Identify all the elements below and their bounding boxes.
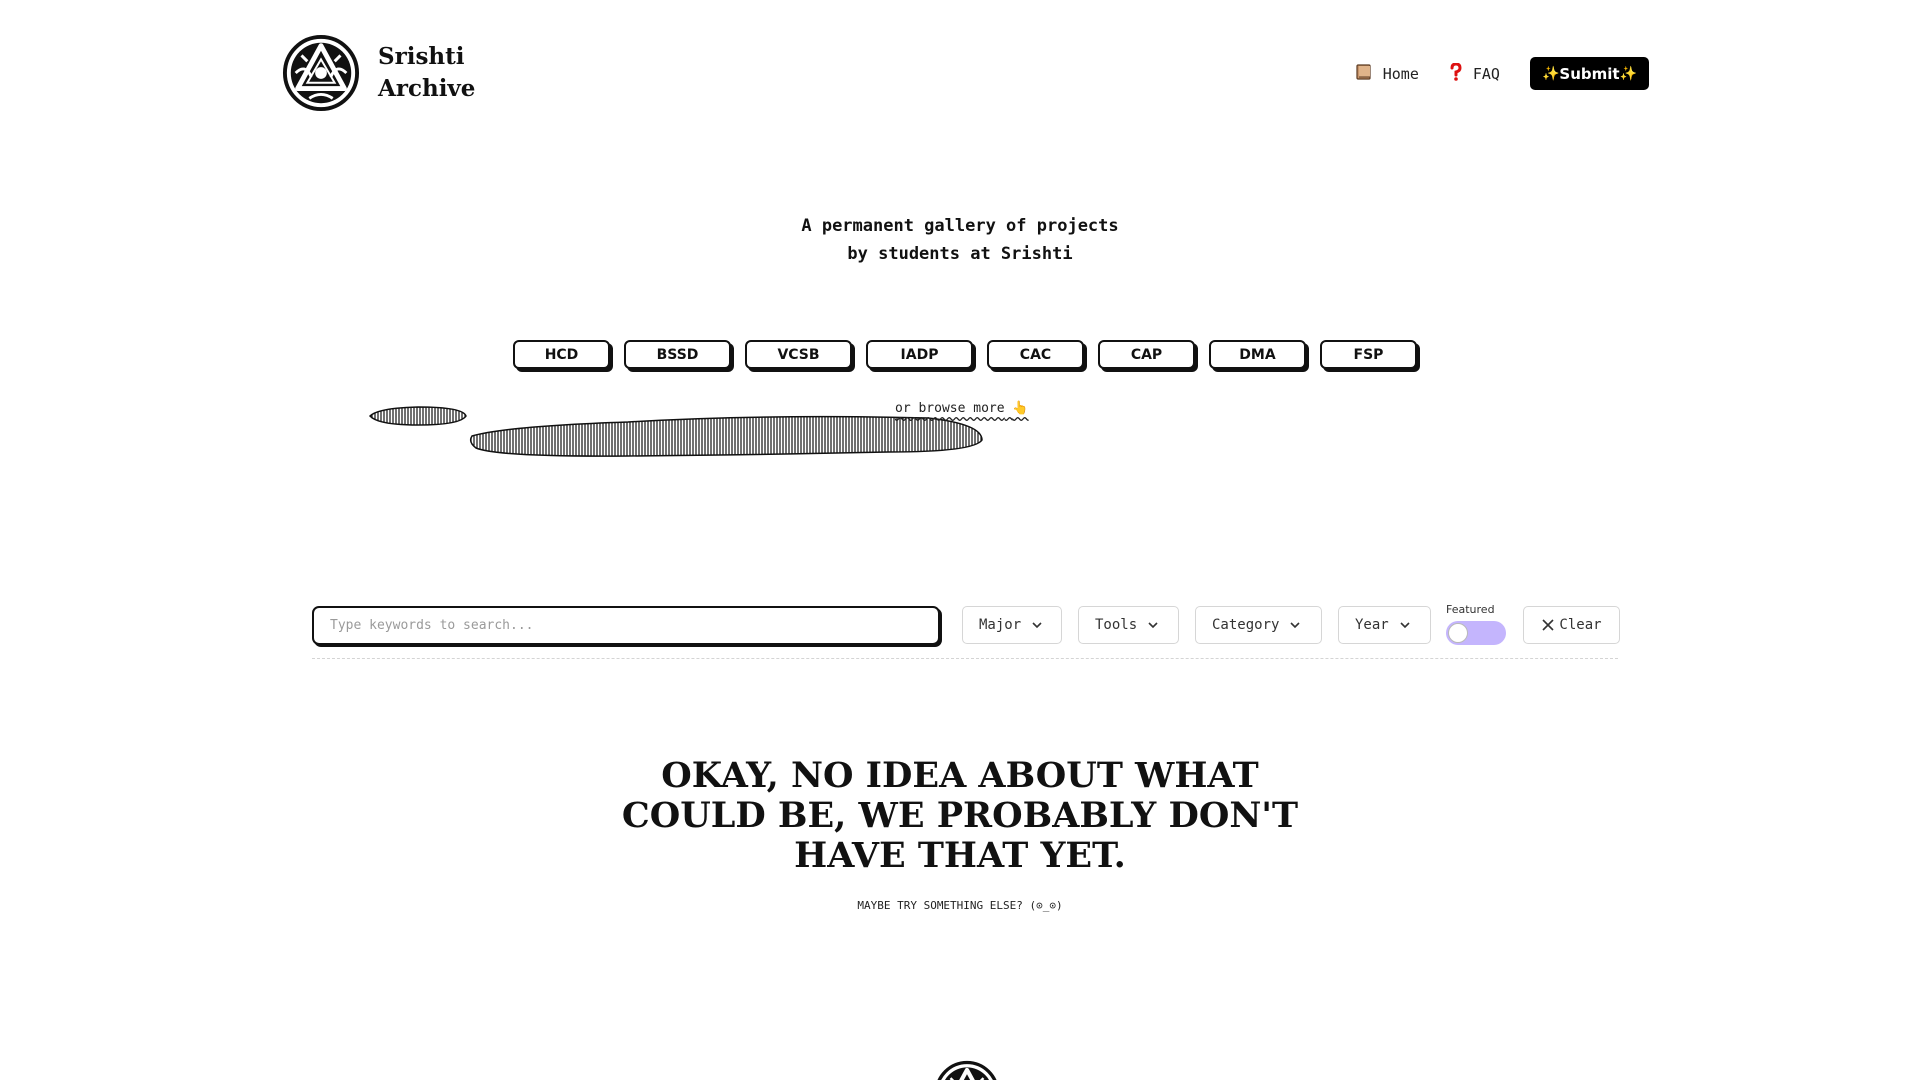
empty-title-line-2: COULD BE, WE PROBABLY DON'T	[621, 795, 1299, 836]
brand-home-link[interactable]: Srishti Archive	[282, 34, 475, 112]
brand-line-2: Archive	[378, 75, 476, 102]
category-dropdown-label: Category	[1212, 617, 1280, 633]
close-icon	[1542, 619, 1554, 631]
category-dropdown[interactable]: Category	[1195, 606, 1322, 644]
major-button-iadp[interactable]: IADP	[866, 340, 973, 369]
major-button-cap[interactable]: CAP	[1098, 340, 1195, 369]
tagline-line-2: by students at Srishti	[847, 244, 1073, 264]
year-dropdown-label: Year	[1355, 617, 1389, 633]
nav-home-label: Home	[1382, 64, 1419, 83]
footer-logo-icon	[937, 1060, 997, 1080]
year-dropdown[interactable]: Year	[1338, 606, 1431, 644]
chevron-down-icon	[1290, 622, 1301, 629]
filter-bar: Major Tools Category Year Featured Clear	[312, 603, 1620, 658]
nav-home-link[interactable]: Home	[1355, 63, 1419, 85]
srishti-archive-logo-icon	[282, 34, 360, 112]
submit-label: Submit	[1559, 64, 1620, 83]
empty-state-title: OKAY, NO IDEA ABOUT WHAT COULD BE, WE PR…	[0, 756, 1920, 876]
empty-state-subtitle: MAYBE TRY SOMETHING ELSE? (⊙_⊙)	[857, 899, 1063, 912]
major-dropdown-label: Major	[979, 617, 1022, 633]
empty-title-line-1: OKAY, NO IDEA ABOUT WHAT	[661, 755, 1259, 796]
book-icon	[1355, 63, 1373, 85]
page: Srishti Archive Home FAQ ✨ Submit ✨ A pe…	[0, 0, 1920, 1080]
sparkles-icon: ✨	[1619, 65, 1637, 82]
clear-label: Clear	[1559, 617, 1602, 633]
sparkles-icon: ✨	[1541, 65, 1560, 82]
chevron-down-icon	[1148, 622, 1158, 629]
chevron-down-icon	[1032, 622, 1042, 629]
featured-label: Featured	[1446, 603, 1495, 616]
brand-line-1: Srishti	[378, 43, 465, 70]
featured-toggle[interactable]	[1446, 621, 1506, 645]
major-button-dma[interactable]: DMA	[1209, 340, 1306, 369]
tools-dropdown-label: Tools	[1095, 617, 1138, 633]
tools-dropdown[interactable]: Tools	[1078, 606, 1179, 644]
nav-faq-label: FAQ	[1472, 64, 1500, 83]
submit-button[interactable]: ✨ Submit ✨	[1529, 57, 1649, 90]
major-button-cac[interactable]: CAC	[987, 340, 1084, 369]
question-mark-icon	[1449, 61, 1463, 85]
browse-more-link[interactable]: or browse more 👆	[895, 401, 1029, 416]
major-button-bssd[interactable]: BSSD	[624, 340, 731, 369]
toggle-knob	[1448, 623, 1468, 643]
search-input[interactable]	[312, 606, 940, 645]
pointing-finger-icon: 👆	[1012, 401, 1029, 416]
major-buttons: HCD BSSD VCSB IADP CAC CAP DMA FSP	[513, 340, 1417, 369]
empty-title-line-3: HAVE THAT YET.	[794, 835, 1126, 876]
top-nav: Home FAQ ✨ Submit ✨	[1355, 57, 1649, 90]
major-button-hcd[interactable]: HCD	[513, 340, 610, 369]
brand-name: Srishti Archive	[378, 41, 475, 105]
filter-divider	[312, 658, 1618, 659]
nav-faq-link[interactable]: FAQ	[1449, 61, 1500, 85]
clear-button[interactable]: Clear	[1523, 606, 1620, 644]
browse-more-label: or browse more	[895, 401, 1005, 416]
major-dropdown[interactable]: Major	[962, 606, 1062, 644]
chevron-down-icon	[1400, 622, 1410, 629]
major-button-vcsb[interactable]: VCSB	[745, 340, 852, 369]
tagline-line-1: A permanent gallery of projects	[801, 216, 1119, 236]
tagline: A permanent gallery of projects by stude…	[0, 212, 1920, 268]
major-button-fsp[interactable]: FSP	[1320, 340, 1417, 369]
